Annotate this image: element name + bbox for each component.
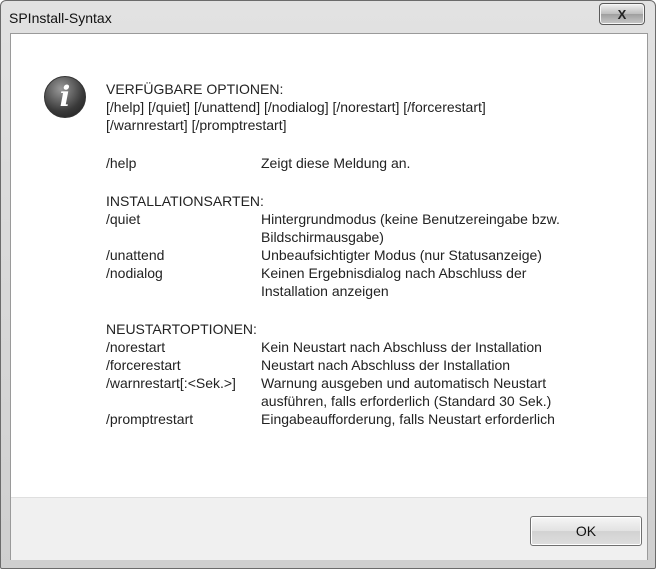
option-row-nodialog: /nodialog Keinen Ergebnisdialog nach Abs… bbox=[106, 264, 621, 300]
option-name: /nodialog bbox=[106, 265, 163, 281]
option-name: /help bbox=[106, 155, 137, 171]
option-name: /quiet bbox=[106, 211, 141, 227]
button-bar: OK bbox=[11, 497, 647, 560]
option-description: Unbeaufsichtigter Modus (nur Statusanzei… bbox=[261, 247, 542, 263]
dialog-client-area: i VERFÜGBARE OPTIONEN: [/help] [/quiet] … bbox=[10, 33, 648, 560]
option-description: Kein Neustart nach Abschluss der Install… bbox=[261, 339, 542, 355]
option-name: /unattend bbox=[106, 247, 165, 263]
option-row-norestart: /norestart Kein Neustart nach Abschluss … bbox=[106, 338, 621, 356]
dialog-window: SPInstall-Syntax X i VERFÜGBARE OPTIONEN… bbox=[0, 0, 656, 569]
option-description: Hintergrundmodus (keine Benutzereingabe … bbox=[261, 211, 560, 245]
option-row-unattend: /unattend Unbeaufsichtigter Modus (nur S… bbox=[106, 246, 621, 264]
ok-button[interactable]: OK bbox=[530, 516, 642, 546]
option-row-warnrestart: /warnrestart[:<Sek.>] Warnung ausgeben u… bbox=[106, 374, 621, 410]
info-icon: i bbox=[44, 76, 86, 118]
option-description: Keinen Ergebnisdialog nach Abschluss der… bbox=[261, 265, 527, 299]
title-bar[interactable]: SPInstall-Syntax X bbox=[1, 1, 655, 33]
message-text: VERFÜGBARE OPTIONEN: [/help] [/quiet] [/… bbox=[106, 80, 621, 428]
option-description: Neustart nach Abschluss der Installation bbox=[261, 357, 511, 373]
message-area: i VERFÜGBARE OPTIONEN: [/help] [/quiet] … bbox=[11, 34, 647, 497]
close-button[interactable]: X bbox=[599, 3, 645, 25]
install-section-heading: INSTALLATIONSARTEN: bbox=[106, 193, 264, 209]
option-name: /norestart bbox=[106, 339, 166, 355]
option-name: /warnrestart[:<Sek.>] bbox=[106, 375, 236, 391]
options-header: VERFÜGBARE OPTIONEN: bbox=[106, 81, 284, 97]
option-description: Eingabeaufforderung, falls Neustart erfo… bbox=[261, 411, 555, 427]
syntax-line-2: [/warnrestart] [/promptrestart] bbox=[106, 117, 287, 133]
option-row-promptrestart: /promptrestart Eingabeaufforderung, fall… bbox=[106, 410, 621, 428]
option-row-forcerestart: /forcerestart Neustart nach Abschluss de… bbox=[106, 356, 621, 374]
option-description: Warnung ausgeben und automatisch Neustar… bbox=[261, 375, 552, 409]
restart-section-heading: NEUSTARTOPTIONEN: bbox=[106, 321, 257, 337]
option-row-quiet: /quiet Hintergrundmodus (keine Benutzere… bbox=[106, 210, 621, 246]
option-name: /forcerestart bbox=[106, 357, 181, 373]
option-name: /promptrestart bbox=[106, 411, 194, 427]
close-icon: X bbox=[617, 6, 627, 22]
window-title: SPInstall-Syntax bbox=[9, 10, 112, 26]
option-row-help: /help Zeigt diese Meldung an. bbox=[106, 154, 621, 172]
syntax-line-1: [/help] [/quiet] [/unattend] [/nodialog]… bbox=[106, 99, 486, 115]
option-description: Zeigt diese Meldung an. bbox=[261, 155, 411, 171]
